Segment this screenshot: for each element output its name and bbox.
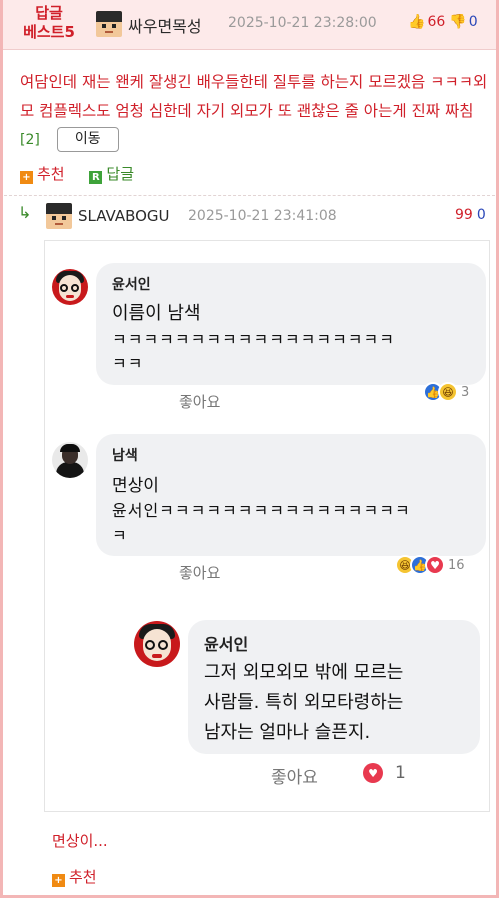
- like-link: 좋아요: [271, 768, 318, 788]
- reply-downvote-count: 0: [476, 207, 486, 223]
- commenter-name: 윤서인: [204, 635, 249, 654]
- reaction-count: 16: [448, 557, 465, 573]
- comment-bubble: 남색 면상이 윤서인ㅋㅋㅋㅋㅋㅋㅋㅋㅋㅋㅋㅋㅋㅋㅋㅋ ㅋ: [96, 434, 486, 556]
- author-avatar-icon[interactable]: [96, 11, 122, 37]
- reaction-summary: 👍 😆 3: [423, 382, 469, 402]
- comment-line: 남자는 얼마나 슬픈지.: [204, 722, 371, 743]
- comment-line: 그저 외모외모 밖에 모르는: [204, 662, 404, 683]
- recommend-label: 추천: [69, 868, 97, 886]
- reply-button[interactable]: R 답글: [89, 163, 134, 184]
- best-badge-line2: 베스트5: [23, 23, 75, 41]
- reference-count: [2]: [20, 132, 40, 148]
- reaction-count: 3: [461, 384, 470, 400]
- comment-body: 여담인데 재는 왠케 잘생긴 배우들한테 질투를 하는지 모르겠음 ㅋㅋㅋ외모 …: [20, 68, 490, 155]
- comment-author[interactable]: 싸우면목성: [128, 13, 202, 37]
- recommend-label: 추천: [37, 165, 65, 183]
- love-reaction-icon: ♥: [363, 763, 383, 783]
- love-reaction-icon: ♥: [425, 555, 445, 575]
- comment-line: ㅋㅋ: [112, 354, 144, 373]
- move-button[interactable]: 이동: [56, 127, 119, 152]
- comment-line: ㅋ: [112, 526, 127, 545]
- commenter-name: 남색: [112, 448, 138, 464]
- comment-line: 면상이: [112, 476, 159, 496]
- comment-text: 여담인데 재는 왠케 잘생긴 배우들한테 질투를 하는지 모르겠음 ㅋㅋㅋ외모 …: [20, 73, 488, 120]
- profile-avatar: [134, 621, 180, 667]
- reaction-summary: 😆 👍 ♥ 16: [395, 555, 465, 575]
- reply-author-avatar-icon[interactable]: [46, 203, 72, 229]
- comment-actions: + 추천 R 답글: [20, 163, 154, 184]
- recommend-button[interactable]: + 추천: [20, 163, 65, 184]
- vote-counts: 👍 66 👎 0: [408, 14, 478, 30]
- best-badge-line1: 답글: [35, 4, 63, 22]
- thumb-down-icon[interactable]: 👎: [449, 14, 466, 30]
- plus-icon: +: [52, 874, 65, 887]
- like-link: 좋아요: [179, 393, 221, 411]
- comment-line: ㅋㅋㅋㅋㅋㅋㅋㅋㅋㅋㅋㅋㅋㅋㅋㅋㅋㅋ: [112, 330, 395, 349]
- best-reply-badge: 답글 베스트5: [10, 4, 88, 42]
- embedded-screenshot: 윤서인 이름이 남색 ㅋㅋㅋㅋㅋㅋㅋㅋㅋㅋㅋㅋㅋㅋㅋㅋㅋㅋ ㅋㅋ 좋아요 👍 😆…: [44, 240, 490, 812]
- comment-date: 2025-10-21 23:28:00: [228, 15, 377, 31]
- profile-avatar: [52, 269, 88, 305]
- reply-label: 답글: [106, 165, 134, 183]
- reply-body: 면상이...: [52, 832, 108, 850]
- reply-upvote-count: 99: [455, 207, 473, 223]
- like-link: 좋아요: [179, 564, 221, 582]
- reaction-count: 1: [395, 763, 406, 783]
- comment-line: 사람들. 특히 외모타령하는: [204, 692, 404, 713]
- comment-bubble: 윤서인 그저 외모외모 밖에 모르는 사람들. 특히 외모타령하는 남자는 얼마…: [188, 620, 480, 754]
- divider: [4, 195, 495, 196]
- reply-date: 2025-10-21 23:41:08: [188, 208, 337, 224]
- haha-reaction-icon: 😆: [438, 382, 458, 402]
- plus-icon: +: [20, 171, 33, 184]
- comment-bubble: 윤서인 이름이 남색 ㅋㅋㅋㅋㅋㅋㅋㅋㅋㅋㅋㅋㅋㅋㅋㅋㅋㅋ ㅋㅋ: [96, 263, 486, 385]
- profile-avatar: [52, 442, 88, 478]
- downvote-count: 0: [468, 14, 478, 30]
- recommend-button[interactable]: + 추천: [52, 866, 97, 887]
- commenter-name: 윤서인: [112, 277, 151, 293]
- reply-vote-counts: 99 0: [455, 207, 486, 223]
- reply-actions: + 추천: [52, 866, 117, 887]
- best-comment-header: 답글 베스트5 싸우면목성 2025-10-21 23:28:00 👍 66 👎 0: [0, 0, 499, 50]
- reply-author[interactable]: SLAVABOGU: [78, 207, 170, 225]
- comment-line: 윤서인ㅋㅋㅋㅋㅋㅋㅋㅋㅋㅋㅋㅋㅋㅋㅋㅋ: [112, 501, 411, 520]
- reply-icon: R: [89, 171, 103, 184]
- comment-line: 이름이 남색: [112, 303, 201, 324]
- thumb-up-icon[interactable]: 👍: [408, 14, 425, 30]
- upvote-count: 66: [427, 14, 446, 30]
- reply-arrow-icon: ↳: [18, 203, 32, 222]
